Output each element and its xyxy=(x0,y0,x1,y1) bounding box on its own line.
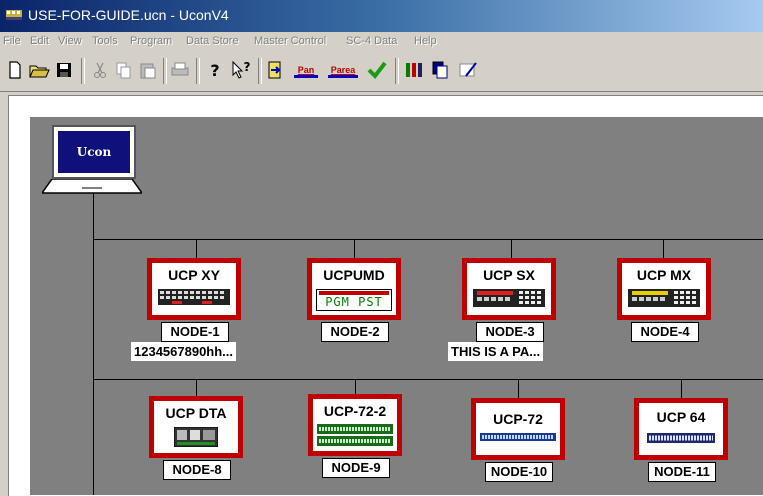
save-icon[interactable] xyxy=(52,58,76,82)
copy-icon[interactable] xyxy=(112,58,136,82)
toolbar-separator xyxy=(196,58,200,84)
node-title: UCP XY xyxy=(168,267,220,283)
node-card: UCP DTA xyxy=(154,401,238,453)
host-label: Ucon xyxy=(58,131,130,173)
panel-72-2-icon xyxy=(317,424,393,446)
drop-line xyxy=(354,239,355,259)
edit-notes-icon[interactable] xyxy=(456,58,480,82)
window-title: USE-FOR-GUIDE.ucn - UconV4 xyxy=(28,7,229,23)
bus-line-2 xyxy=(93,379,763,380)
print-icon[interactable] xyxy=(168,58,192,82)
node-name: NODE-10 xyxy=(485,462,553,482)
drop-line xyxy=(518,379,519,399)
title-bar[interactable]: USE-FOR-GUIDE.ucn - UconV4 xyxy=(0,0,763,32)
drop-line xyxy=(663,239,664,259)
menu-data-store[interactable]: Data Store xyxy=(186,35,239,47)
parea-label: Parea xyxy=(330,65,356,75)
node-name: NODE-1 xyxy=(161,322,229,342)
node-description: 1234567890hh... xyxy=(131,342,237,361)
node-card: UCP XY xyxy=(152,263,236,315)
menu-edit[interactable]: Edit xyxy=(30,35,49,47)
umd-display-icon: PGM PST xyxy=(316,289,392,311)
node-title: UCP-72 xyxy=(493,411,543,427)
pan-button[interactable]: Pan xyxy=(292,58,320,82)
drop-line xyxy=(511,239,512,259)
node-title: UCP DTA xyxy=(165,405,227,421)
node-title: UCPUMD xyxy=(323,267,385,283)
node-card: UCPUMD PGM PST xyxy=(312,263,396,315)
open-folder-icon[interactable] xyxy=(27,58,51,82)
drop-line xyxy=(196,379,197,397)
node-card: UCP MX xyxy=(622,263,706,315)
drop-line xyxy=(681,379,682,399)
node-name: NODE-2 xyxy=(321,322,389,342)
paste-icon[interactable] xyxy=(136,58,160,82)
toolbar-separator xyxy=(395,58,399,84)
node-name: NODE-4 xyxy=(631,322,699,342)
toolbar: ? ? Pan Parea xyxy=(0,53,763,92)
node-card: UCP 64 xyxy=(639,403,723,455)
context-help-icon[interactable]: ? xyxy=(229,58,253,82)
drop-line xyxy=(196,239,197,259)
parea-arrow-icon xyxy=(328,75,358,78)
new-file-icon[interactable] xyxy=(3,58,27,82)
panel-sx-icon xyxy=(473,289,545,307)
menu-help[interactable]: Help xyxy=(414,35,437,47)
help-icon[interactable]: ? xyxy=(203,58,227,82)
host-computer[interactable]: Ucon xyxy=(42,125,146,200)
panel-64-icon xyxy=(647,433,715,443)
node-title: UCP-72-2 xyxy=(323,403,387,419)
panel-72-icon xyxy=(480,433,556,441)
node-name: NODE-8 xyxy=(163,460,231,480)
check-icon[interactable] xyxy=(365,58,389,82)
menu-tools[interactable]: Tools xyxy=(92,35,118,47)
pan-arrow-icon xyxy=(294,75,318,78)
svg-text:?: ? xyxy=(244,60,251,74)
svg-text:?: ? xyxy=(210,61,219,80)
menu-sc4-data[interactable]: SC-4 Data xyxy=(346,35,397,47)
data-store-icon[interactable] xyxy=(428,58,452,82)
node-card: UCP-72 xyxy=(476,403,560,455)
toolbar-separator xyxy=(81,58,85,84)
node-description: THIS IS A PA... xyxy=(448,342,544,361)
toolbar-separator xyxy=(163,58,167,84)
node-title: UCP 64 xyxy=(656,409,706,425)
node-name: NODE-11 xyxy=(648,462,716,482)
parea-button[interactable]: Parea xyxy=(326,58,360,82)
menu-master-control[interactable]: Master Control xyxy=(254,35,326,47)
node-title: UCP MX xyxy=(636,267,692,283)
laptop-base-icon xyxy=(42,179,142,194)
node-card: UCP SX xyxy=(467,263,551,315)
toolbar-separator xyxy=(258,58,262,84)
load-program-icon[interactable] xyxy=(263,58,287,82)
menu-view[interactable]: View xyxy=(58,35,82,47)
panel-dta-icon xyxy=(174,427,218,447)
pan-label: Pan xyxy=(297,65,315,75)
panel-xy-icon xyxy=(158,289,230,305)
laptop-screen: Ucon xyxy=(52,125,136,179)
panel-mx-icon xyxy=(628,289,700,307)
mixer-icon[interactable] xyxy=(402,58,426,82)
node-card: UCP-72-2 xyxy=(313,399,397,451)
node-name: NODE-9 xyxy=(322,458,390,478)
trunk-line xyxy=(93,190,94,495)
cut-icon[interactable] xyxy=(88,58,112,82)
umd-text: PGM PST xyxy=(325,295,383,309)
menu-program[interactable]: Program xyxy=(130,35,172,47)
node-name: NODE-3 xyxy=(476,322,544,342)
menu-file[interactable]: File xyxy=(3,35,21,47)
app-icon xyxy=(6,10,22,20)
node-title: UCP SX xyxy=(483,267,535,283)
drop-line xyxy=(355,379,356,395)
menu-bar: File Edit View Tools Program Data Store … xyxy=(0,32,763,53)
